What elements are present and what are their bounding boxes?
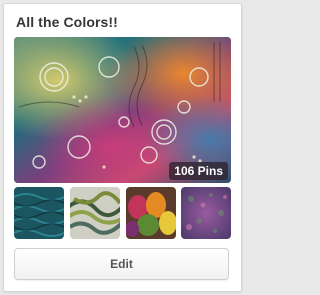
thumbnail-image xyxy=(126,187,176,239)
thumbnail-green-yarn[interactable] xyxy=(70,187,120,239)
board-title[interactable]: All the Colors!! xyxy=(16,14,118,30)
thumbnail-image xyxy=(14,187,64,239)
pin-count-badge: 106 Pins xyxy=(169,162,228,180)
thumbnail-strip xyxy=(14,187,231,239)
thumbnail-image xyxy=(181,187,231,239)
thumbnail-purple-texture[interactable] xyxy=(181,187,231,239)
thumbnail-teal-fibers[interactable] xyxy=(14,187,64,239)
board-card[interactable]: All the Colors!! 106 Pins Edit xyxy=(3,3,242,292)
board-cover-image[interactable]: 106 Pins xyxy=(14,37,231,183)
thumbnail-image xyxy=(70,187,120,239)
edit-board-button[interactable]: Edit xyxy=(14,248,229,280)
thumbnail-dyed-wool[interactable] xyxy=(126,187,176,239)
